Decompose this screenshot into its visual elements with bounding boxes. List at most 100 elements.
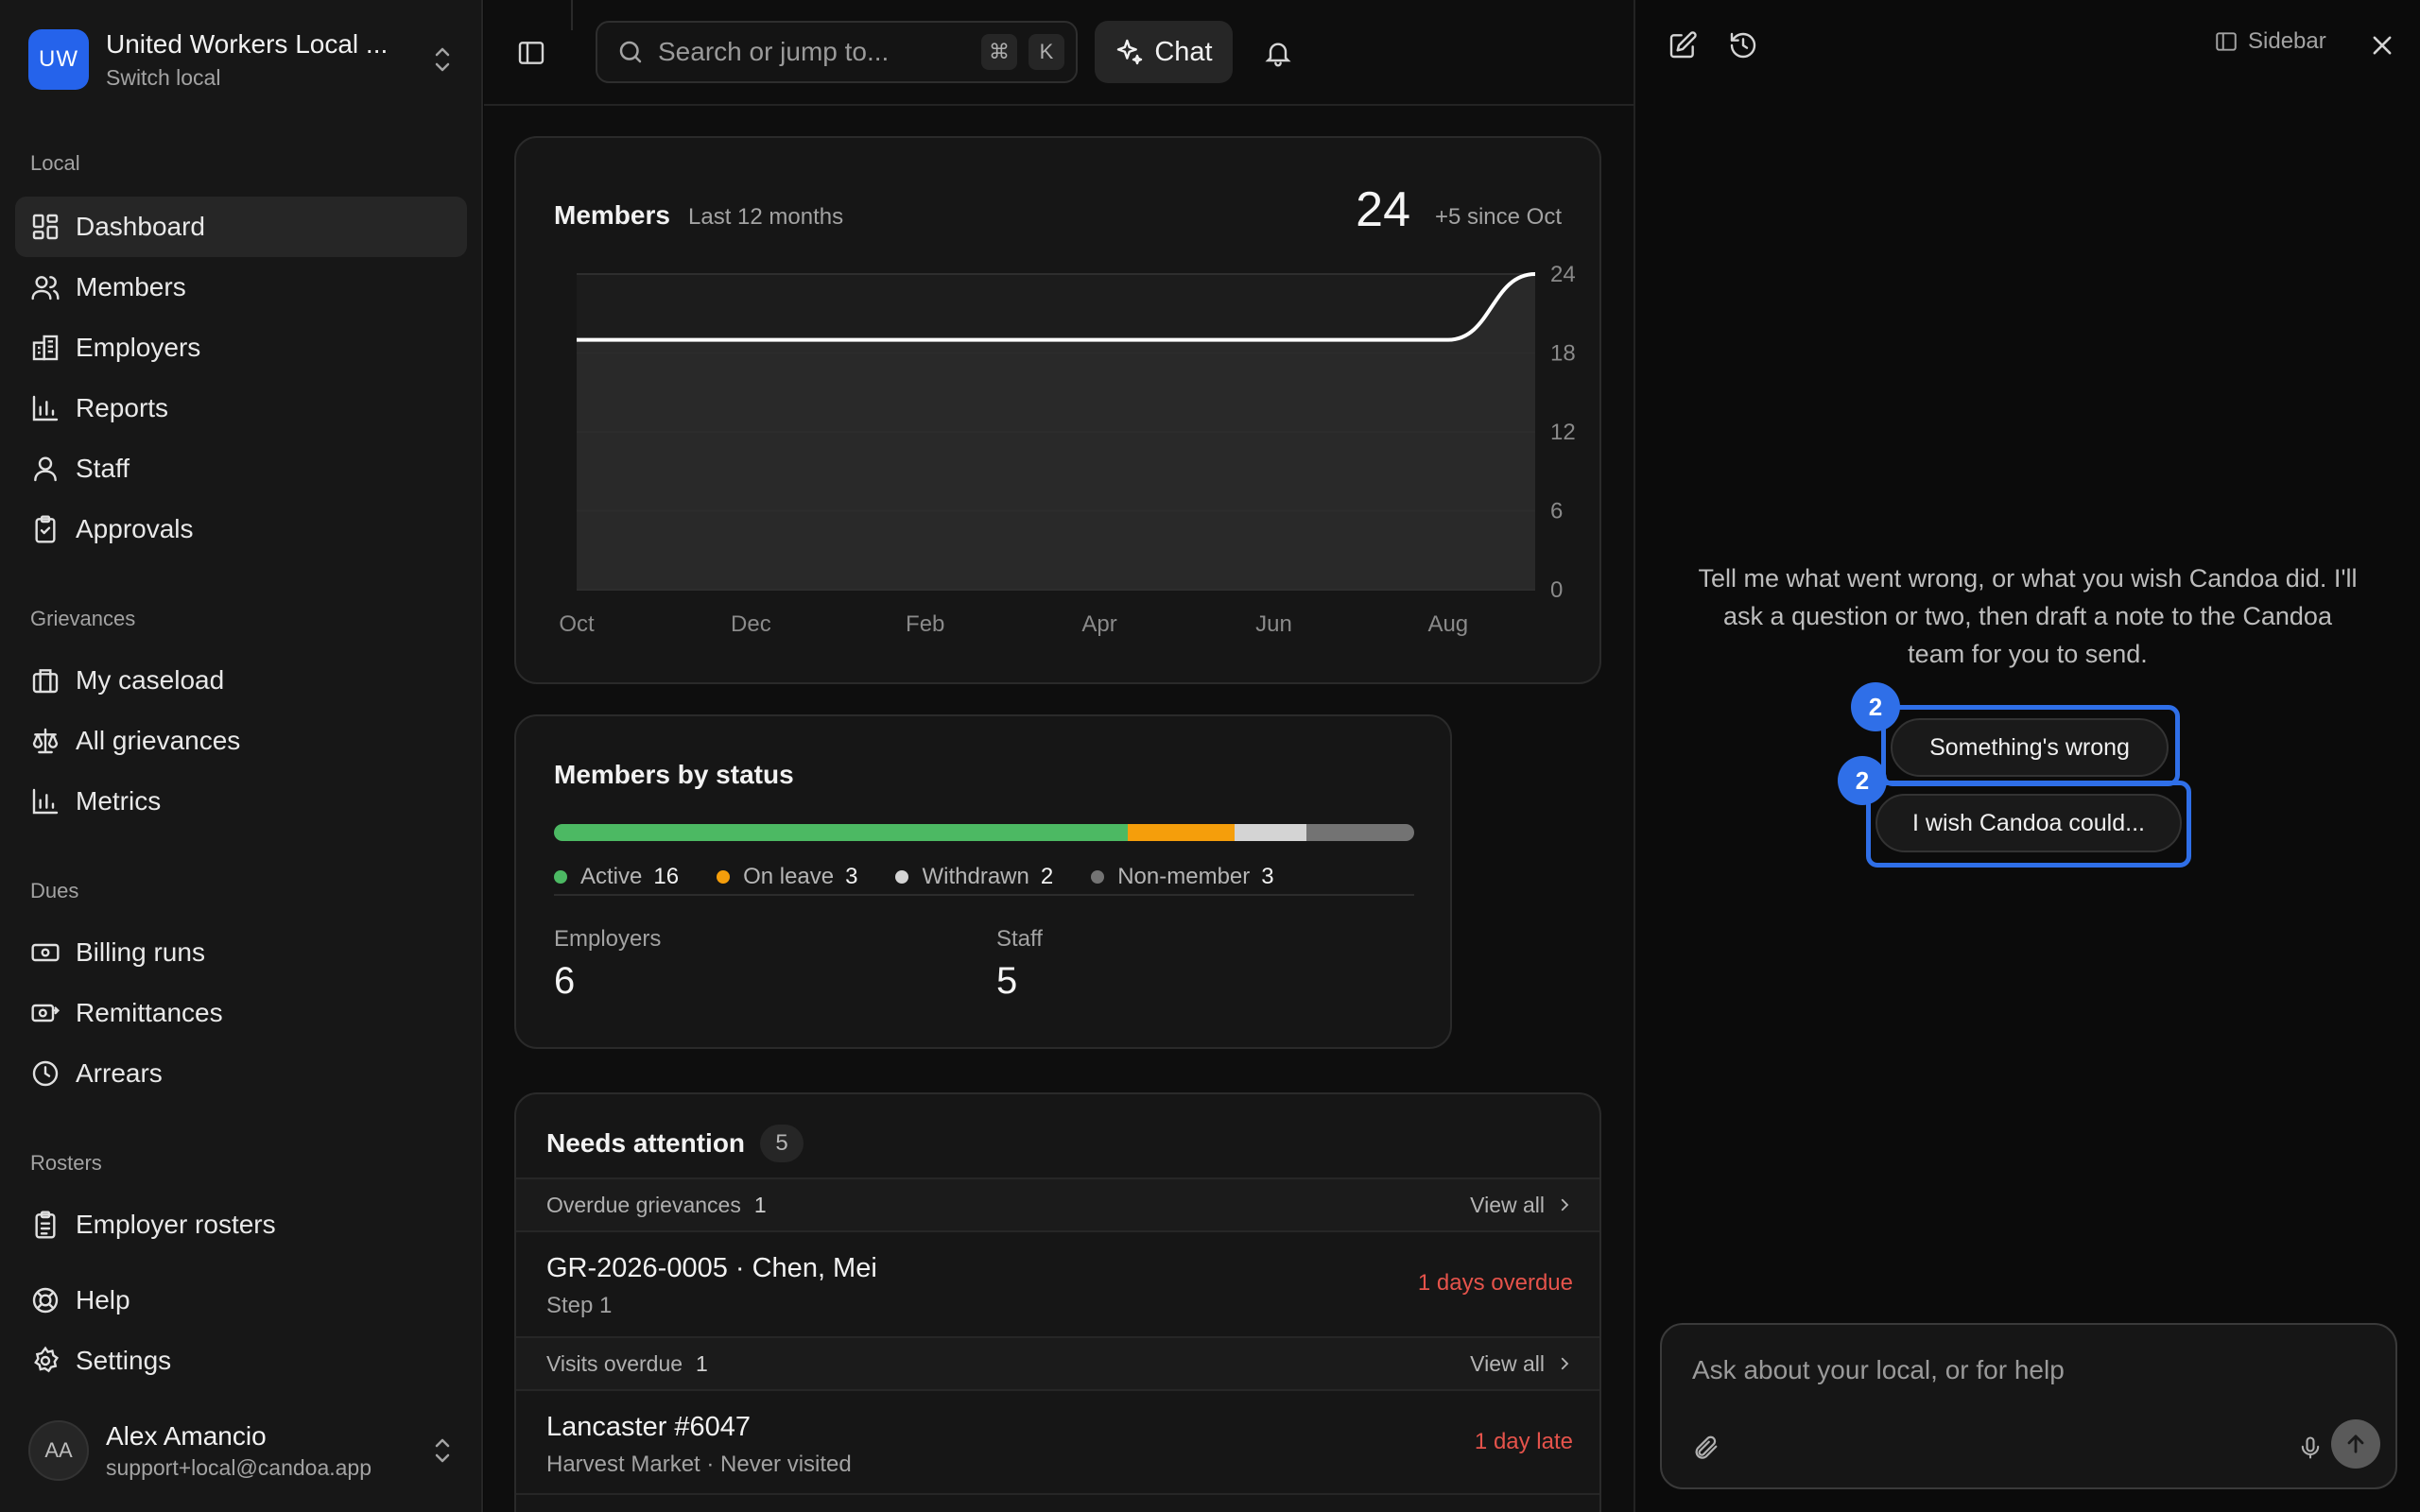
chart-y-tick-label: 18 (1550, 341, 1576, 367)
topbar: Search or jump to... ⌘ K Chat (484, 0, 1634, 106)
sidebar-item-members[interactable]: Members (15, 257, 467, 318)
chart-x-tick-label: Jun (1255, 611, 1292, 637)
chat-button[interactable]: Chat (1095, 21, 1233, 83)
attach-button[interactable] (1686, 1429, 1724, 1467)
status-card-title: Members by status (554, 760, 794, 789)
legend-item-non-member: Non-member 3 (1091, 864, 1274, 890)
history-button[interactable] (1724, 26, 1762, 64)
group-count: 1 (753, 1192, 767, 1217)
sidebar-panel-icon (518, 42, 544, 64)
voice-input-button[interactable] (2291, 1429, 2329, 1467)
status-stacked-bar (554, 824, 1414, 841)
view-all-link[interactable]: View all (1470, 1351, 1573, 1377)
chat-composer[interactable]: Ask about your local, or for help (1660, 1323, 2397, 1489)
needs-attention-card: Needs attention 5 Overdue grievances 1 V… (514, 1092, 1601, 1512)
sidebar-item-dashboard[interactable]: Dashboard (15, 197, 467, 257)
sidebar-item-employers[interactable]: Employers (15, 318, 467, 378)
something-wrong-chip[interactable]: Something's wrong (1891, 718, 2169, 777)
list-item[interactable]: GR-2026-0005 · Chen, Mei Step 1 1 days o… (516, 1232, 1599, 1336)
chart-x-tick-label: Aug (1427, 611, 1468, 637)
item-subtitle: Step 1 (546, 1293, 613, 1318)
clipboard-check-icon (35, 515, 56, 543)
number-badge: 2 (1851, 682, 1900, 731)
user-name: Alex Amancio (106, 1420, 267, 1451)
user-menu[interactable]: AA Alex Amancio support+local@candoa.app (28, 1418, 454, 1484)
shortcut-k-key: K (1028, 34, 1064, 70)
chart-x-tick-label: Apr (1081, 611, 1116, 637)
chevrons-up-down-icon (431, 1435, 454, 1467)
sidebar-item-metrics[interactable]: Metrics (15, 771, 467, 832)
legend-dot-non-member (1091, 870, 1105, 884)
legend-dot-active (554, 870, 567, 884)
list-item[interactable]: Lancaster #6047 Harvest Market · Never v… (516, 1391, 1599, 1495)
sidebar-item-label: Settings (76, 1346, 172, 1375)
sidebar-item-label: Arrears (76, 1058, 163, 1088)
group-count: 1 (696, 1350, 708, 1376)
send-button[interactable] (2331, 1419, 2380, 1469)
sidebar-item-arrears[interactable]: Arrears (15, 1043, 467, 1104)
nav-heading-rosters: Rosters (30, 1151, 102, 1175)
chat-panel: Sidebar Tell me what went wrong, or what… (1634, 0, 2420, 1512)
wish-candoa-could-chip[interactable]: I wish Candoa could... (1876, 794, 2182, 852)
bar-chart-icon (32, 788, 59, 815)
new-chat-button[interactable] (1664, 26, 1702, 64)
view-all-label: View all (1470, 1350, 1545, 1376)
briefcase-icon (32, 669, 59, 694)
toggle-sidebar-button[interactable] (512, 34, 550, 72)
notifications-button[interactable] (1259, 34, 1297, 72)
sidebar-item-label: My caseload (76, 665, 225, 695)
sidebar-item-approvals[interactable]: Approvals (15, 499, 467, 559)
main-content: Search or jump to... ⌘ K Chat Members La… (484, 0, 1634, 1512)
chart-y-tick-label: 0 (1550, 577, 1563, 603)
arrow-up-icon (2347, 1435, 2364, 1453)
org-avatar: UW (28, 29, 89, 90)
sidebar-mode-button[interactable]: Sidebar (2214, 28, 2326, 55)
legend-dot-withdrawn (895, 870, 909, 884)
sidebar-item-all-grievances[interactable]: All grievances (15, 711, 467, 771)
org-switch-label: Switch local (106, 64, 221, 90)
sidebar-item-label: Reports (76, 393, 169, 422)
chart-x-tick-label: Dec (731, 611, 771, 637)
dashboard-icon (32, 214, 59, 240)
divider (554, 894, 1414, 896)
status-legend: Active 16 On leave 3 Withdrawn 2 Non-mem… (554, 864, 1312, 890)
sidebar-item-help[interactable]: Help (15, 1270, 467, 1331)
sidebar-item-label: Employers (76, 333, 201, 362)
sidebar-item-remittances[interactable]: Remittances (15, 983, 467, 1043)
sidebar-item-my-caseload[interactable]: My caseload (15, 650, 467, 711)
gear-icon (34, 1346, 60, 1373)
chart-x-tick-label: Oct (559, 611, 595, 637)
sidebar-item-label: Members (76, 272, 186, 301)
nav-heading-dues: Dues (30, 879, 79, 902)
legend-item-on-leave: On leave 3 (717, 864, 857, 890)
close-icon (2373, 36, 2392, 55)
item-title: GR-2026-0005 · Chen, Mei (546, 1253, 877, 1283)
close-panel-button[interactable] (2363, 26, 2401, 64)
bar-chart-icon (32, 395, 59, 421)
chart-y-tick-label: 12 (1550, 420, 1576, 445)
org-name: United Workers Local ... (106, 28, 389, 59)
legend-count: 16 (653, 864, 680, 889)
item-status: 1 days overdue (1417, 1270, 1573, 1296)
sidebar-item-employer-rosters[interactable]: Employer rosters (15, 1194, 467, 1255)
legend-item-active: Active 16 (554, 864, 679, 890)
sidebar-item-label: Remittances (76, 998, 223, 1027)
members-chart: 24 18 12 6 0 Oct Dec Feb Apr Jun Aug (559, 262, 1576, 637)
org-switcher[interactable]: UW United Workers Local ... Switch local (28, 26, 454, 93)
nav-heading-local: Local (30, 151, 80, 175)
group-label: Overdue grievances (546, 1192, 741, 1217)
sidebar-item-staff[interactable]: Staff (15, 438, 467, 499)
topbar-divider (571, 0, 573, 30)
search-input[interactable]: Search or jump to... ⌘ K (596, 21, 1078, 83)
user-icon (34, 456, 57, 482)
sidebar-item-settings[interactable]: Settings (15, 1331, 467, 1391)
legend-count: 2 (1040, 864, 1054, 889)
sidebar-item-billing-runs[interactable]: Billing runs (15, 922, 467, 983)
group-header-visits-overdue: Visits overdue 1 View all (516, 1336, 1599, 1391)
chat-input[interactable]: Ask about your local, or for help (1692, 1355, 2065, 1385)
number-badge: 2 (1838, 756, 1887, 805)
user-email: support+local@candoa.app (106, 1454, 372, 1480)
chevron-right-icon (1561, 1357, 1569, 1370)
view-all-link[interactable]: View all (1470, 1193, 1573, 1218)
sidebar-item-reports[interactable]: Reports (15, 378, 467, 438)
